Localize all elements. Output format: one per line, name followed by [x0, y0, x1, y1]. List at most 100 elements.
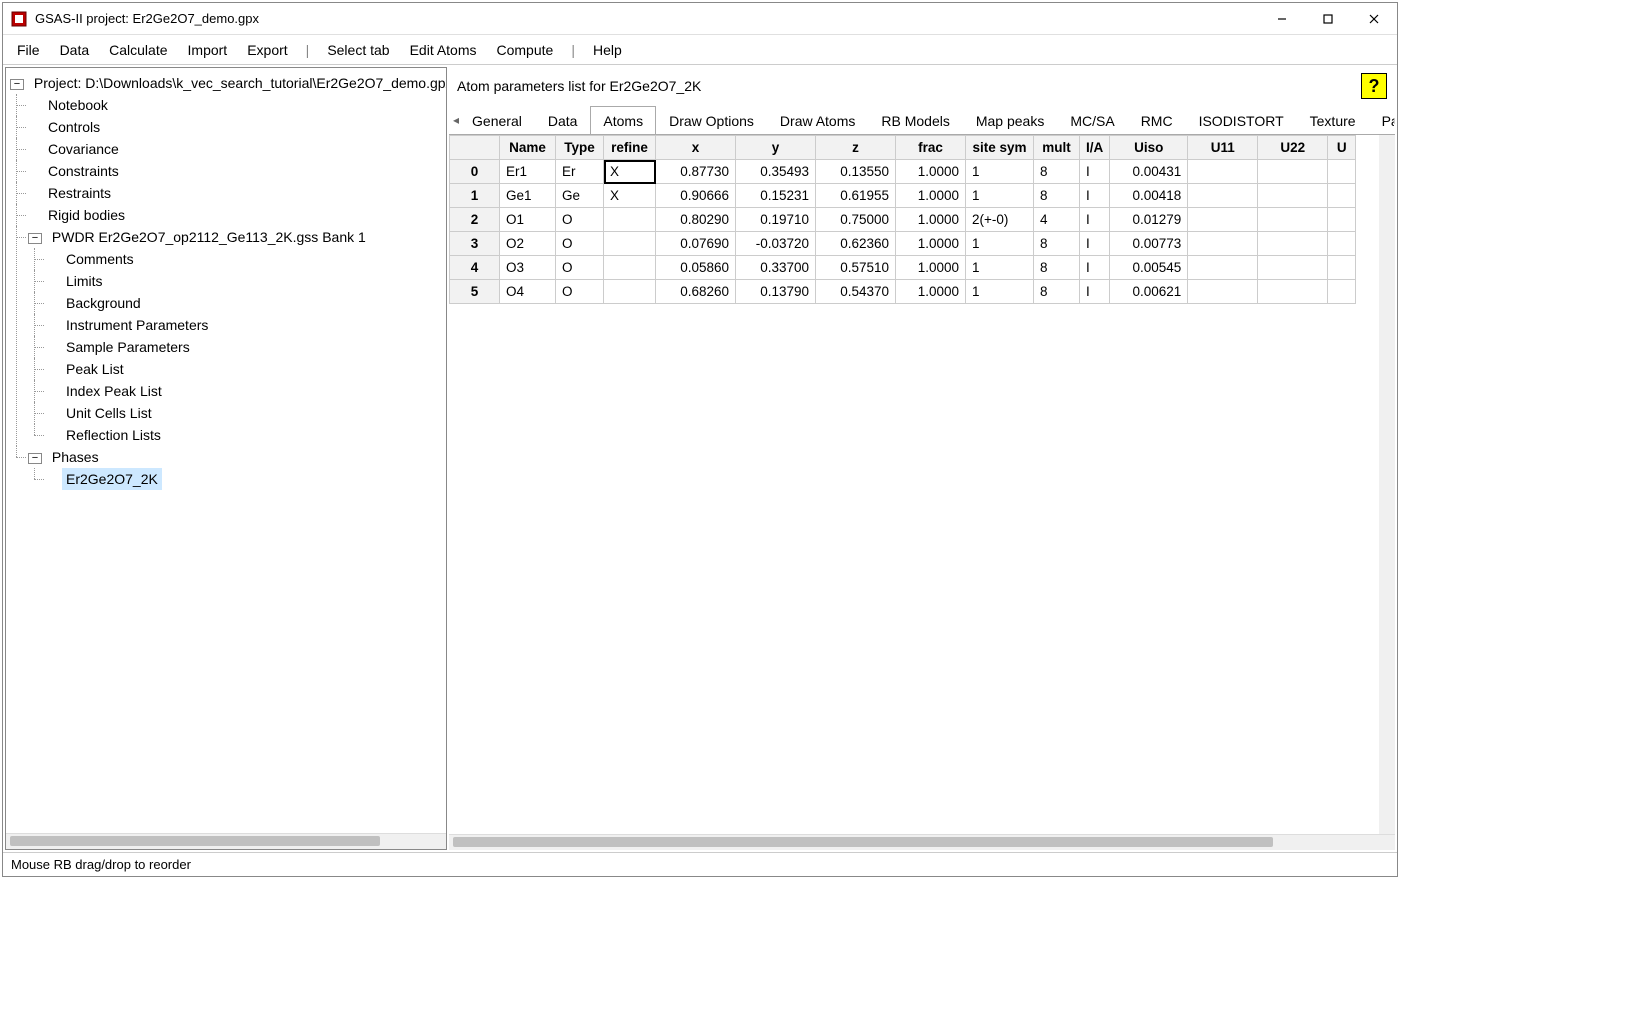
table-cell[interactable]: 8 — [1034, 256, 1080, 280]
table-cell[interactable]: 0.05860 — [656, 256, 736, 280]
table-cell[interactable]: 1 — [450, 184, 500, 208]
table-cell[interactable]: O — [556, 280, 604, 304]
table-cell[interactable]: I — [1080, 208, 1110, 232]
table-cell[interactable]: 8 — [1034, 160, 1080, 184]
tree-background[interactable]: Background — [62, 292, 145, 314]
tab-general[interactable]: General — [459, 106, 535, 135]
table-cell[interactable]: 0.01279 — [1110, 208, 1188, 232]
table-cell[interactable]: 0.00621 — [1110, 280, 1188, 304]
tree-collapse-icon[interactable]: − — [10, 79, 24, 90]
table-row[interactable]: 0Er1ErX0.877300.354930.135501.000018I0.0… — [450, 160, 1356, 184]
table-cell[interactable]: 1.0000 — [896, 160, 966, 184]
table-cell[interactable]: Ge1 — [500, 184, 556, 208]
table-cell[interactable]: 0.61955 — [816, 184, 896, 208]
table-row[interactable]: 5O4O0.682600.137900.543701.000018I0.0062… — [450, 280, 1356, 304]
table-cell[interactable]: 0.80290 — [656, 208, 736, 232]
close-button[interactable] — [1351, 3, 1397, 35]
table-cell[interactable] — [1188, 208, 1258, 232]
table-cell[interactable] — [604, 280, 656, 304]
tree-instrument-params[interactable]: Instrument Parameters — [62, 314, 212, 336]
table-cell[interactable] — [604, 208, 656, 232]
table-cell[interactable]: 0 — [450, 160, 500, 184]
col-z[interactable]: z — [816, 136, 896, 160]
table-row[interactable]: 4O3O0.058600.337000.575101.000018I0.0054… — [450, 256, 1356, 280]
table-cell[interactable]: 0.87730 — [656, 160, 736, 184]
table-cell[interactable]: 8 — [1034, 184, 1080, 208]
table-cell[interactable]: 8 — [1034, 232, 1080, 256]
tree-restraints[interactable]: Restraints — [44, 182, 115, 204]
table-corner[interactable] — [450, 136, 500, 160]
tree-reflection-lists[interactable]: Reflection Lists — [62, 424, 165, 446]
col-u22[interactable]: U22 — [1258, 136, 1328, 160]
tree-comments[interactable]: Comments — [62, 248, 138, 270]
table-cell[interactable]: Ge — [556, 184, 604, 208]
minimize-button[interactable] — [1259, 3, 1305, 35]
table-cell[interactable]: 1 — [966, 184, 1034, 208]
table-cell[interactable]: 0.00431 — [1110, 160, 1188, 184]
table-cell[interactable] — [604, 232, 656, 256]
table-cell[interactable]: -0.03720 — [736, 232, 816, 256]
table-row[interactable]: 3O2O0.07690-0.037200.623601.000018I0.007… — [450, 232, 1356, 256]
table-cell[interactable]: 0.07690 — [656, 232, 736, 256]
table-cell[interactable]: 0.19710 — [736, 208, 816, 232]
table-cell[interactable]: 5 — [450, 280, 500, 304]
table-cell[interactable] — [1328, 256, 1356, 280]
tab-texture[interactable]: Texture — [1297, 106, 1369, 135]
menu-export[interactable]: Export — [237, 38, 297, 62]
table-cell[interactable] — [1258, 232, 1328, 256]
table-cell[interactable]: 0.13550 — [816, 160, 896, 184]
table-cell[interactable]: 2 — [450, 208, 500, 232]
menu-data[interactable]: Data — [50, 38, 100, 62]
tree-constraints[interactable]: Constraints — [44, 160, 123, 182]
tree-pwdr[interactable]: PWDR Er2Ge2O7_op2112_Ge113_2K.gss Bank 1 — [48, 226, 370, 248]
table-cell[interactable] — [1188, 160, 1258, 184]
menu-edit-atoms[interactable]: Edit Atoms — [400, 38, 487, 62]
project-tree[interactable]: − Project: D:\Downloads\k_vec_search_tut… — [6, 68, 446, 833]
table-cell[interactable]: O3 — [500, 256, 556, 280]
table-cell[interactable]: 4 — [450, 256, 500, 280]
help-button[interactable]: ? — [1361, 73, 1387, 99]
tree-root[interactable]: Project: D:\Downloads\k_vec_search_tutor… — [30, 72, 446, 94]
table-cell[interactable] — [1188, 280, 1258, 304]
menu-calculate[interactable]: Calculate — [99, 38, 177, 62]
tab-map-peaks[interactable]: Map peaks — [963, 106, 1057, 135]
table-cell[interactable] — [1328, 184, 1356, 208]
table-cell[interactable] — [1328, 232, 1356, 256]
table-cell[interactable] — [1328, 208, 1356, 232]
table-cell[interactable]: 1 — [966, 256, 1034, 280]
table-cell[interactable]: 0.35493 — [736, 160, 816, 184]
table-cell[interactable]: 4 — [1034, 208, 1080, 232]
tree-phase-item[interactable]: Er2Ge2O7_2K — [62, 468, 162, 490]
table-cell[interactable]: 1.0000 — [896, 208, 966, 232]
tree-controls[interactable]: Controls — [44, 116, 104, 138]
table-cell[interactable]: I — [1080, 184, 1110, 208]
grid-v-scrollbar[interactable] — [1379, 135, 1395, 834]
tree-unit-cells-list[interactable]: Unit Cells List — [62, 402, 156, 424]
tree-rigid-bodies[interactable]: Rigid bodies — [44, 204, 129, 226]
table-cell[interactable]: I — [1080, 256, 1110, 280]
table-cell[interactable]: I — [1080, 280, 1110, 304]
table-cell[interactable] — [1188, 184, 1258, 208]
table-cell[interactable]: 1.0000 — [896, 184, 966, 208]
col-frac[interactable]: frac — [896, 136, 966, 160]
table-cell[interactable] — [1188, 256, 1258, 280]
table-cell[interactable]: 0.33700 — [736, 256, 816, 280]
table-cell[interactable] — [1258, 280, 1328, 304]
tab-rb-models[interactable]: RB Models — [868, 106, 962, 135]
col-u11[interactable]: U11 — [1188, 136, 1258, 160]
table-cell[interactable]: O — [556, 208, 604, 232]
tree-collapse-icon[interactable]: − — [28, 233, 42, 244]
table-cell[interactable] — [1328, 280, 1356, 304]
maximize-button[interactable] — [1305, 3, 1351, 35]
col-y[interactable]: y — [736, 136, 816, 160]
atoms-table[interactable]: Name Type refine x y z frac site sym mul… — [449, 135, 1356, 304]
col-mult[interactable]: mult — [1034, 136, 1080, 160]
table-cell[interactable]: 1.0000 — [896, 232, 966, 256]
tab-rmc[interactable]: RMC — [1128, 106, 1186, 135]
tab-draw-options[interactable]: Draw Options — [656, 106, 767, 135]
col-name[interactable]: Name — [500, 136, 556, 160]
table-cell[interactable]: 0.15231 — [736, 184, 816, 208]
tree-index-peak-list[interactable]: Index Peak List — [62, 380, 166, 402]
table-cell[interactable]: 0.68260 — [656, 280, 736, 304]
grid-h-scrollbar[interactable] — [449, 834, 1395, 850]
